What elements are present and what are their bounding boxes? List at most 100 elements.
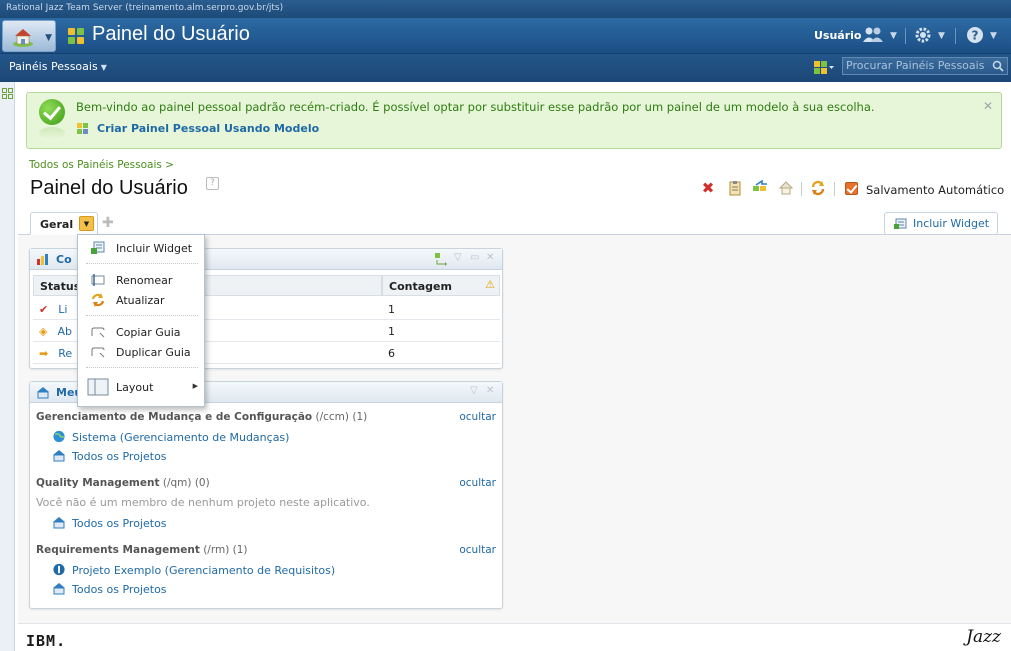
close-icon[interactable]: ✕ bbox=[983, 99, 993, 113]
section-name: Quality Management bbox=[36, 477, 160, 489]
menu-item-rename[interactable]: Renomear bbox=[78, 270, 204, 290]
duplicate-tab-icon bbox=[91, 347, 105, 358]
status-link[interactable]: Ab bbox=[57, 325, 72, 338]
menu-item-label: Atualizar bbox=[116, 294, 165, 307]
project-link[interactable]: Todos os Projetos bbox=[52, 516, 167, 530]
create-from-template-link[interactable]: Criar Painel Pessoal Usando Modelo bbox=[97, 122, 319, 135]
bar-chart-icon bbox=[37, 254, 48, 265]
home-dashboard-icon[interactable] bbox=[778, 180, 794, 196]
autosave-checkbox[interactable] bbox=[845, 182, 858, 195]
project-link-label: Todos os Projetos bbox=[72, 450, 167, 463]
project-link-label: Todos os Projetos bbox=[72, 517, 167, 530]
refresh-icon[interactable] bbox=[810, 180, 826, 196]
menu-item-label: Duplicar Guia bbox=[116, 346, 191, 359]
section-header-qm: Quality Management (/qm) (0) bbox=[36, 477, 210, 489]
menu-separator bbox=[86, 263, 198, 264]
menu-separator bbox=[86, 315, 198, 316]
gear-icon[interactable] bbox=[914, 26, 932, 44]
search-input[interactable]: Procurar Painéis Pessoais bbox=[842, 57, 1008, 75]
search-icon[interactable] bbox=[992, 60, 1004, 72]
menu-item-copy-tab[interactable]: Copiar Guia bbox=[78, 322, 204, 342]
status-link[interactable]: Li bbox=[58, 303, 67, 316]
home-button[interactable]: ▼ bbox=[2, 20, 56, 52]
menu-item-duplicate-tab[interactable]: Duplicar Guia bbox=[78, 342, 204, 362]
left-rail bbox=[0, 82, 15, 651]
check-reflection bbox=[39, 127, 65, 139]
add-tab-icon[interactable]: ✚ bbox=[102, 215, 114, 231]
section-header-ccm: Gerenciamento de Mudança e de Configuraç… bbox=[36, 411, 367, 423]
diamond-icon: ◈ bbox=[39, 325, 48, 338]
users-icon[interactable] bbox=[862, 26, 884, 44]
projects-icon bbox=[53, 450, 65, 462]
ibm-logo: IBM. bbox=[26, 632, 67, 650]
menu-item-label: Layout bbox=[116, 381, 154, 394]
copy-tab-icon bbox=[91, 327, 105, 338]
widget-collapse-icon[interactable]: ▽ bbox=[454, 252, 462, 263]
chevron-down-icon: ▼ bbox=[100, 63, 107, 72]
hide-link[interactable]: ocultar bbox=[459, 477, 496, 489]
server-title-bar: Rational Jazz Team Server (treinamento.a… bbox=[0, 0, 1011, 18]
mini-dashboard-icon[interactable] bbox=[2, 88, 13, 99]
app-bar: ▼ Painel do Usuário Usuário ▼ ▼ ? ▼ bbox=[0, 18, 1011, 54]
widget-collapse-icon[interactable]: ▽ bbox=[470, 385, 478, 396]
section-path: (/rm) bbox=[203, 544, 230, 556]
widget-close-icon[interactable]: ✕ bbox=[486, 385, 494, 396]
autosave-label: Salvamento Automático bbox=[866, 183, 1005, 197]
menu-item-refresh[interactable]: Atualizar bbox=[78, 290, 204, 310]
toolbar-separator bbox=[834, 182, 835, 196]
personal-dashboards-menu[interactable]: Painéis Pessoais ▼ bbox=[9, 60, 107, 73]
svg-text:?: ? bbox=[972, 29, 979, 43]
add-widget-button[interactable]: Incluir Widget bbox=[884, 212, 998, 235]
project-link-label: Sistema (Gerenciamento de Mudanças) bbox=[72, 431, 290, 444]
menu-item-label: Copiar Guia bbox=[116, 326, 181, 339]
hide-link[interactable]: ocultar bbox=[459, 411, 496, 423]
add-widget-icon bbox=[894, 218, 907, 229]
success-check-icon bbox=[39, 99, 65, 125]
tab-label: Geral bbox=[40, 218, 74, 231]
menu-separator bbox=[86, 367, 198, 368]
widget-close-icon[interactable]: ✕ bbox=[486, 252, 494, 263]
welcome-message: Bem-vindo ao painel pessoal padrão recém… bbox=[76, 100, 875, 114]
hide-link[interactable]: ocultar bbox=[459, 544, 496, 556]
gear-caret-icon[interactable]: ▼ bbox=[938, 31, 945, 41]
menu-item-layout[interactable]: Layout ▶ bbox=[78, 377, 204, 397]
status-link[interactable]: Re bbox=[58, 347, 72, 360]
help-icon[interactable]: ? bbox=[966, 26, 984, 44]
dashboards-grid-icon[interactable] bbox=[813, 60, 835, 76]
globe-icon bbox=[53, 430, 65, 443]
widget-title[interactable]: Co bbox=[56, 253, 72, 266]
page-title: Painel do Usuário bbox=[30, 177, 188, 199]
project-link-label: Projeto Exemplo (Gerenciamento de Requis… bbox=[72, 564, 336, 577]
help-question-icon[interactable]: ? bbox=[206, 177, 219, 190]
project-link[interactable]: Sistema (Gerenciamento de Mudanças) bbox=[52, 430, 289, 444]
submenu-arrow-icon: ▶ bbox=[192, 382, 198, 390]
rename-icon bbox=[91, 274, 105, 286]
table-row-count: 1 bbox=[382, 298, 500, 320]
widget-refresh-icon[interactable] bbox=[434, 252, 448, 266]
count-value: 1 bbox=[388, 303, 395, 316]
home-icon bbox=[13, 29, 33, 47]
home-menu-caret-icon[interactable]: ▼ bbox=[45, 33, 52, 43]
tab-menu-caret-icon[interactable]: ▼ bbox=[79, 216, 94, 231]
tab-geral[interactable]: Geral ▼ bbox=[30, 212, 98, 235]
project-link[interactable]: Todos os Projetos bbox=[52, 449, 167, 463]
breadcrumb[interactable]: Todos os Painéis Pessoais > bbox=[29, 159, 174, 171]
check-icon: ✔ bbox=[39, 303, 49, 316]
menu-item-add-widget[interactable]: Incluir Widget bbox=[78, 238, 204, 258]
section-name: Requirements Management bbox=[36, 544, 200, 556]
delete-icon[interactable]: ✖ bbox=[700, 180, 716, 196]
welcome-banner: Bem-vindo ao painel pessoal padrão recém… bbox=[26, 92, 1002, 149]
user-menu-label[interactable]: Usuário bbox=[814, 29, 862, 42]
clipboard-icon[interactable] bbox=[727, 180, 743, 196]
help-caret-icon[interactable]: ▼ bbox=[990, 31, 997, 41]
separator bbox=[955, 28, 956, 44]
dashboard-icon bbox=[68, 28, 84, 44]
section-count: (1) bbox=[352, 411, 368, 423]
column-header-count[interactable]: Contagem ⚠ bbox=[382, 275, 500, 296]
project-link[interactable]: Projeto Exemplo (Gerenciamento de Requis… bbox=[52, 563, 335, 577]
users-caret-icon[interactable]: ▼ bbox=[890, 31, 897, 41]
add-widget-label: Incluir Widget bbox=[913, 217, 990, 230]
share-icon[interactable] bbox=[752, 180, 768, 196]
project-link[interactable]: Todos os Projetos bbox=[52, 582, 167, 596]
widget-maximize-icon[interactable]: ▭ bbox=[470, 252, 479, 263]
